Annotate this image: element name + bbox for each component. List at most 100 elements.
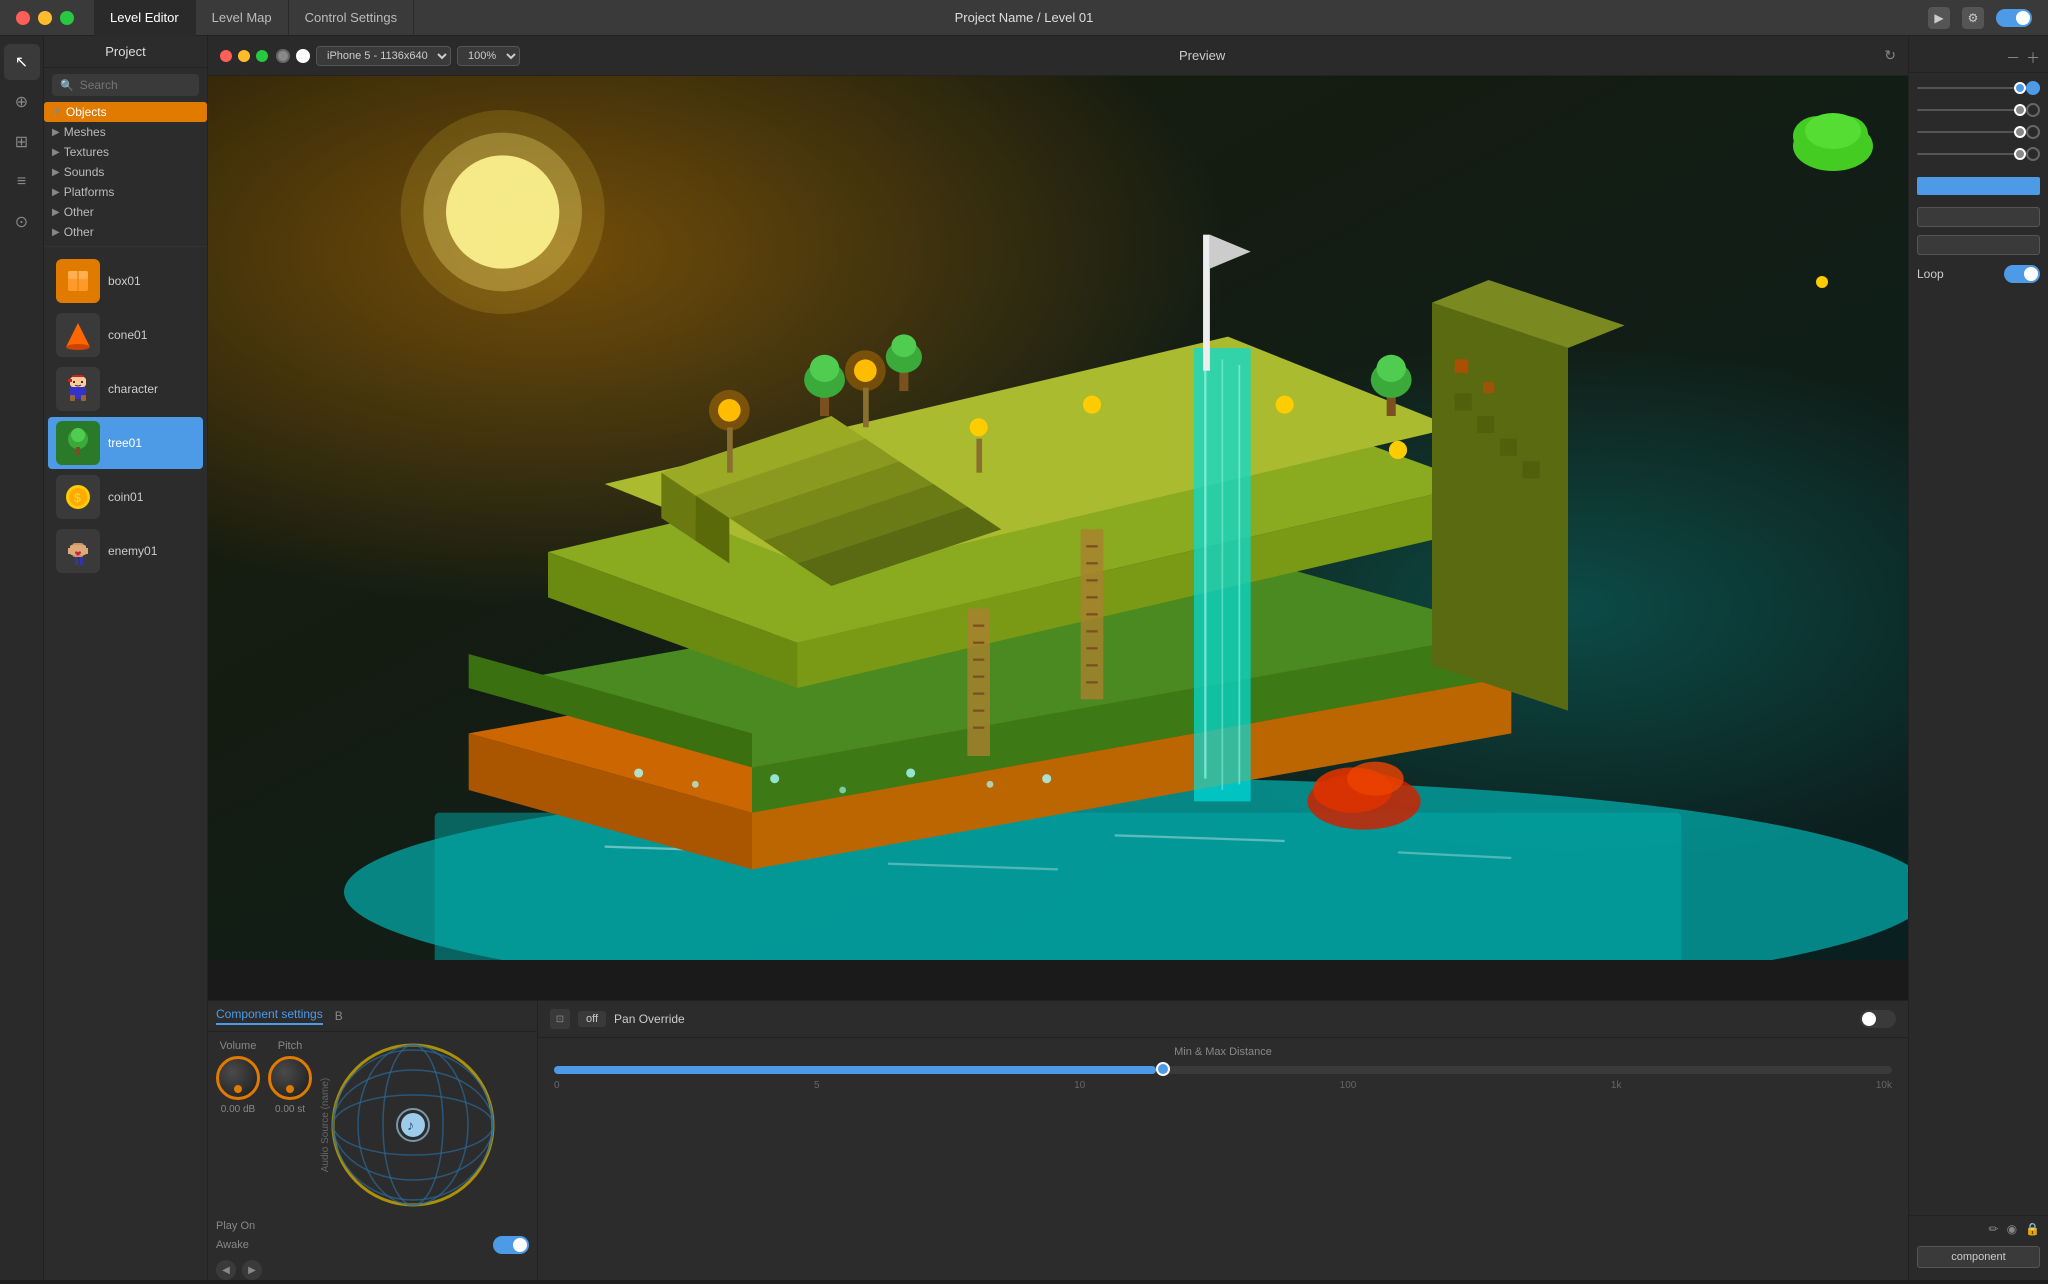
slider-track-1[interactable]: [1917, 87, 2020, 89]
text-field-2[interactable]: [1917, 235, 2040, 255]
distance-slider-track[interactable]: [554, 1066, 1892, 1074]
tree-item-meshes[interactable]: ▶ Meshes: [44, 122, 207, 142]
search-input[interactable]: [80, 78, 191, 92]
tab-control-settings[interactable]: Control Settings: [289, 0, 415, 36]
slider-track-4[interactable]: [1917, 153, 2020, 155]
maximize-button[interactable]: [60, 11, 74, 25]
preview-minimize[interactable]: [238, 50, 250, 62]
bottom-panel: Component settings B Volume 0.00 dB Pi: [208, 1000, 1908, 1280]
play-on-row: Play On: [208, 1218, 537, 1234]
play-on-label: Play On: [216, 1220, 255, 1232]
settings-button[interactable]: ⚙: [1962, 7, 1984, 29]
move-tool-button[interactable]: ⊕: [4, 84, 40, 120]
close-button[interactable]: [16, 11, 30, 25]
volume-knob[interactable]: [216, 1056, 260, 1100]
right-panel-toolbar: － ＋: [1909, 44, 2048, 73]
search-box[interactable]: 🔍: [52, 74, 199, 96]
device-dropdown[interactable]: iPhone 5 - 1136x640: [316, 46, 451, 66]
prev-button[interactable]: ◀: [216, 1260, 236, 1280]
tree-arrow-sounds: ▶: [52, 167, 60, 178]
global-toggle[interactable]: [1996, 9, 2032, 27]
tree-item-objects[interactable]: ▼ Objects: [44, 102, 207, 122]
zoom-dropdown[interactable]: 100%: [457, 46, 520, 66]
preview-toolbar: iPhone 5 - 1136x640 100% Preview ↻: [208, 36, 1908, 76]
slider-thumb-3[interactable]: [2014, 126, 2026, 138]
radio-4[interactable]: [2026, 147, 2040, 161]
pitch-label: Pitch: [278, 1040, 302, 1052]
tick-100: 100: [1340, 1080, 1357, 1091]
pitch-knob[interactable]: [268, 1056, 312, 1100]
mode-retina[interactable]: [296, 49, 310, 63]
layers-tool-button[interactable]: ≡: [4, 164, 40, 200]
grid-tool-button[interactable]: ⊞: [4, 124, 40, 160]
component-settings-panel: Component settings B Volume 0.00 dB Pi: [208, 1001, 538, 1280]
bottom-right-panel: ⊡ off Pan Override Min & Max Distance: [538, 1001, 1908, 1280]
radio-3[interactable]: [2026, 125, 2040, 139]
slider-thumb-2[interactable]: [2014, 104, 2026, 116]
asset-item-character[interactable]: character: [48, 363, 203, 415]
awake-toggle[interactable]: [493, 1236, 529, 1254]
right-panel: － ＋: [1908, 36, 2048, 1280]
tab-level-editor[interactable]: Level Editor: [94, 0, 196, 36]
slider-track-2[interactable]: [1917, 109, 2020, 111]
asset-item-cone01[interactable]: cone01: [48, 309, 203, 361]
radio-1[interactable]: [2026, 81, 2040, 95]
edit-icon[interactable]: ✏: [1989, 1222, 1999, 1236]
asset-item-enemy01[interactable]: enemy01: [48, 525, 203, 577]
asset-item-box01[interactable]: box01: [48, 255, 203, 307]
slider-track-3[interactable]: [1917, 131, 2020, 133]
spatial-sphere[interactable]: ♪ Audio Source (name): [328, 1040, 498, 1210]
volume-knob-group: Volume 0.00 dB: [216, 1040, 260, 1210]
voxel-scene: [208, 76, 1908, 960]
tree-item-other2[interactable]: ▶ Other: [44, 222, 207, 242]
preview-maximize[interactable]: [256, 50, 268, 62]
preview-close[interactable]: [220, 50, 232, 62]
awake-row: Awake: [208, 1234, 537, 1256]
icon-sidebar: ↖ ⊕ ⊞ ≡ ⊙: [0, 36, 44, 1280]
tree-arrow-objects: ▼: [52, 107, 62, 118]
play-audio-button[interactable]: ▶: [242, 1260, 262, 1280]
asset-name-enemy01: enemy01: [108, 544, 157, 558]
property-sliders: [1909, 73, 2048, 173]
comp-b-tab[interactable]: B: [335, 1009, 343, 1023]
cursor-tool-button[interactable]: ↖: [4, 44, 40, 80]
asset-list: box01 cone01: [44, 251, 207, 1280]
text-field-1[interactable]: [1917, 207, 2040, 227]
main-layout: ↖ ⊕ ⊞ ≡ ⊙ Project 🔍 ▼ Objects ▶ Meshes ▶…: [0, 36, 2048, 1280]
window-title: Project Name / Level 01: [955, 10, 1094, 25]
component-button[interactable]: component: [1917, 1246, 2040, 1268]
distance-ticks: 0 5 10 100 1k 10k: [550, 1080, 1896, 1091]
tree-item-sounds[interactable]: ▶ Sounds: [44, 162, 207, 182]
minus-button[interactable]: －: [2006, 48, 2020, 68]
slider-thumb-1[interactable]: [2014, 82, 2026, 94]
traffic-lights: [0, 11, 74, 25]
volume-label: Volume: [220, 1040, 257, 1052]
loop-toggle[interactable]: [2004, 265, 2040, 283]
loop-row: Loop: [1909, 259, 2048, 289]
plus-button[interactable]: ＋: [2026, 48, 2040, 68]
tree-item-other1[interactable]: ▶ Other: [44, 202, 207, 222]
svg-text:$: $: [74, 491, 81, 505]
minimize-button[interactable]: [38, 11, 52, 25]
slider-thumb-4[interactable]: [2014, 148, 2026, 160]
play-button[interactable]: ▶: [1928, 7, 1950, 29]
asset-item-coin01[interactable]: $ coin01: [48, 471, 203, 523]
lock-icon[interactable]: 🔒: [2025, 1222, 2040, 1236]
asset-item-tree01[interactable]: tree01: [48, 417, 203, 469]
eye-icon[interactable]: ◉: [2007, 1222, 2017, 1236]
tab-level-map[interactable]: Level Map: [196, 0, 289, 36]
tree-item-textures[interactable]: ▶ Textures: [44, 142, 207, 162]
asset-thumb-enemy01: [56, 529, 100, 573]
globe-tool-button[interactable]: ⊙: [4, 204, 40, 240]
pan-override-toggle[interactable]: [1860, 1010, 1896, 1028]
tree-label-other1: Other: [64, 205, 94, 219]
comp-settings-tab[interactable]: Component settings: [216, 1007, 323, 1025]
radio-2[interactable]: [2026, 103, 2040, 117]
distance-slider-thumb[interactable]: [1156, 1062, 1170, 1076]
tree-item-platforms[interactable]: ▶ Platforms: [44, 182, 207, 202]
cloud-decoration: [1788, 106, 1878, 171]
tree-arrow-meshes: ▶: [52, 127, 60, 138]
mode-standard[interactable]: [276, 49, 290, 63]
refresh-button[interactable]: ↻: [1884, 47, 1896, 64]
preview-canvas[interactable]: [208, 76, 1908, 1000]
